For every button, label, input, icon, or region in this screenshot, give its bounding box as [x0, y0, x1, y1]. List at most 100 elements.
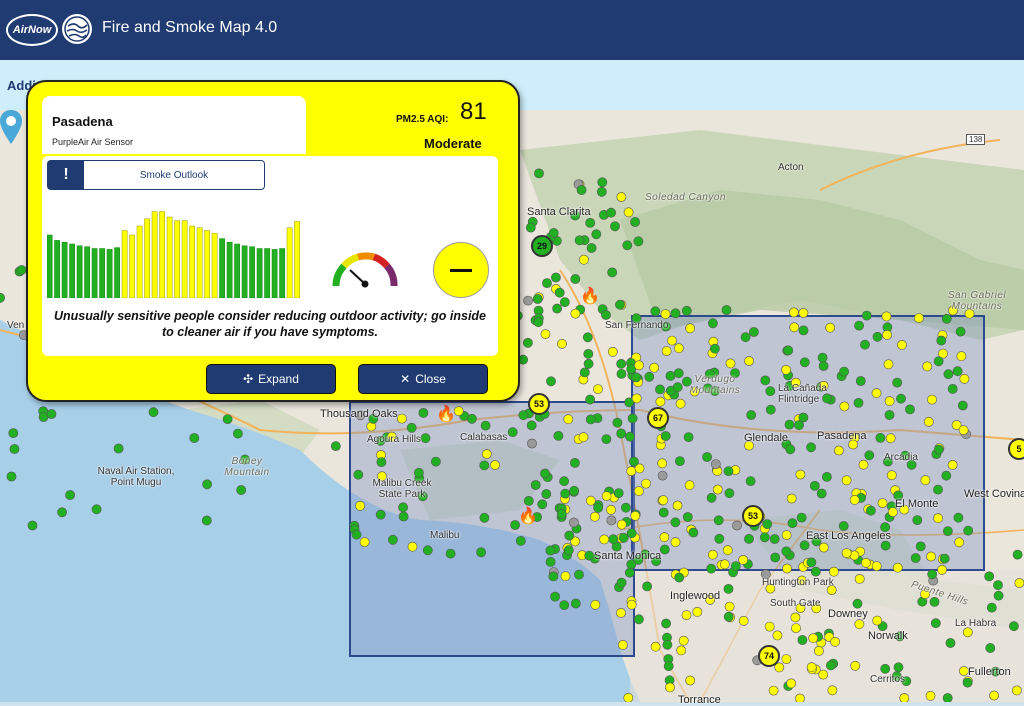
sensor-marker[interactable] — [681, 610, 692, 620]
sensor-marker[interactable] — [941, 313, 952, 324]
sensor-marker[interactable] — [957, 400, 968, 411]
sensor-marker[interactable] — [16, 265, 27, 275]
sensor-marker[interactable] — [202, 479, 212, 490]
sensor-marker[interactable] — [818, 669, 829, 680]
sensor-marker[interactable] — [942, 693, 953, 702]
sensor-marker[interactable] — [670, 537, 681, 548]
sensor-marker[interactable] — [630, 510, 641, 521]
sensor-marker[interactable] — [537, 499, 548, 510]
sensor-marker[interactable] — [626, 466, 637, 476]
sensor-marker[interactable] — [355, 500, 365, 511]
sensor-marker[interactable] — [818, 361, 829, 371]
sensor-marker[interactable] — [912, 515, 923, 525]
sensor-marker[interactable] — [579, 367, 590, 378]
sensor-marker[interactable] — [667, 335, 677, 346]
sensor-marker[interactable] — [707, 549, 718, 560]
sensor-marker[interactable] — [606, 207, 616, 218]
sensor-marker[interactable] — [925, 690, 936, 701]
sensor-marker[interactable] — [861, 310, 872, 321]
cluster-marker[interactable]: 29 — [531, 235, 553, 257]
sensor-marker[interactable] — [545, 545, 556, 556]
sensor-marker[interactable] — [892, 562, 903, 573]
sensor-marker[interactable] — [657, 458, 668, 469]
sensor-marker[interactable] — [954, 537, 965, 548]
sensor-marker[interactable] — [719, 559, 730, 570]
sensor-marker[interactable] — [943, 369, 954, 380]
sensor-marker[interactable] — [396, 413, 407, 424]
sensor-marker[interactable] — [818, 542, 829, 553]
sensor-marker[interactable] — [662, 639, 673, 650]
sensor-marker[interactable] — [353, 469, 364, 480]
sensor-marker[interactable] — [9, 444, 20, 454]
sensor-marker[interactable] — [530, 480, 541, 490]
sensor-marker[interactable] — [665, 370, 676, 381]
sensor-marker[interactable] — [798, 325, 809, 336]
sensor-marker[interactable] — [782, 563, 792, 574]
sensor-marker[interactable] — [629, 456, 639, 467]
sensor-marker[interactable] — [746, 410, 757, 420]
sensor-marker[interactable] — [786, 678, 797, 689]
sensor-marker[interactable] — [574, 235, 585, 246]
sensor-marker[interactable] — [781, 546, 792, 557]
sensor-marker[interactable] — [658, 507, 669, 518]
sensor-marker[interactable] — [608, 534, 619, 545]
sensor-marker[interactable] — [113, 443, 124, 454]
sensor-marker[interactable] — [945, 638, 956, 648]
sensor-marker[interactable] — [841, 548, 852, 558]
sensor-marker[interactable] — [615, 299, 625, 310]
sensor-marker[interactable] — [634, 486, 644, 496]
sensor-marker[interactable] — [688, 527, 699, 538]
sensor-marker[interactable] — [634, 360, 644, 371]
sensor-marker[interactable] — [584, 550, 595, 561]
sensor-marker[interactable] — [947, 459, 958, 470]
sensor-marker[interactable] — [806, 557, 817, 568]
smoke-outlook-button[interactable]: ! Smoke Outlook — [47, 160, 265, 190]
sensor-marker[interactable] — [926, 551, 936, 562]
sensor-marker[interactable] — [622, 240, 633, 251]
sensor-marker[interactable] — [783, 345, 794, 356]
sensor-marker[interactable] — [570, 457, 580, 468]
sensor-marker[interactable] — [657, 470, 668, 481]
sensor-marker[interactable] — [712, 484, 723, 495]
sensor-marker[interactable] — [744, 356, 754, 366]
fire-icon[interactable]: 🔥 — [518, 506, 538, 526]
sensor-marker[interactable] — [407, 541, 418, 552]
sensor-marker[interactable] — [692, 606, 703, 617]
sensor-marker[interactable] — [985, 643, 996, 653]
sensor-marker[interactable] — [880, 663, 891, 674]
sensor-marker[interactable] — [481, 449, 492, 459]
sensor-marker[interactable] — [476, 547, 486, 558]
sensor-marker[interactable] — [959, 373, 970, 384]
sensor-marker[interactable] — [523, 337, 533, 348]
sensor-marker[interactable] — [809, 480, 820, 491]
sensor-marker[interactable] — [730, 561, 741, 571]
sensor-marker[interactable] — [798, 308, 809, 318]
sensor-marker[interactable] — [762, 519, 773, 529]
sensor-marker[interactable] — [723, 583, 734, 594]
sensor-marker[interactable] — [659, 532, 670, 543]
sensor-marker[interactable] — [612, 417, 623, 428]
sensor-marker[interactable] — [797, 635, 808, 645]
sensor-marker[interactable] — [661, 618, 671, 629]
sensor-marker[interactable] — [569, 517, 579, 528]
sensor-marker[interactable] — [236, 485, 247, 495]
sensor-marker[interactable] — [606, 515, 617, 526]
sensor-marker[interactable] — [899, 693, 910, 702]
sensor-marker[interactable] — [722, 545, 733, 556]
sensor-marker[interactable] — [798, 412, 809, 423]
sensor-marker[interactable] — [593, 384, 603, 394]
sensor-marker[interactable] — [616, 358, 627, 369]
sensor-marker[interactable] — [479, 512, 490, 523]
sensor-marker[interactable] — [880, 540, 891, 551]
sensor-marker[interactable] — [785, 444, 796, 455]
sensor-marker[interactable] — [540, 468, 550, 479]
sensor-marker[interactable] — [723, 611, 734, 622]
sensor-marker[interactable] — [806, 442, 816, 453]
sensor-marker[interactable] — [552, 303, 562, 314]
sensor-marker[interactable] — [886, 470, 897, 481]
sensor-marker[interactable] — [939, 553, 950, 564]
sensor-marker[interactable] — [466, 413, 477, 424]
sensor-marker[interactable] — [546, 376, 556, 387]
sensor-marker[interactable] — [46, 409, 57, 419]
sensor-marker[interactable] — [569, 485, 579, 496]
